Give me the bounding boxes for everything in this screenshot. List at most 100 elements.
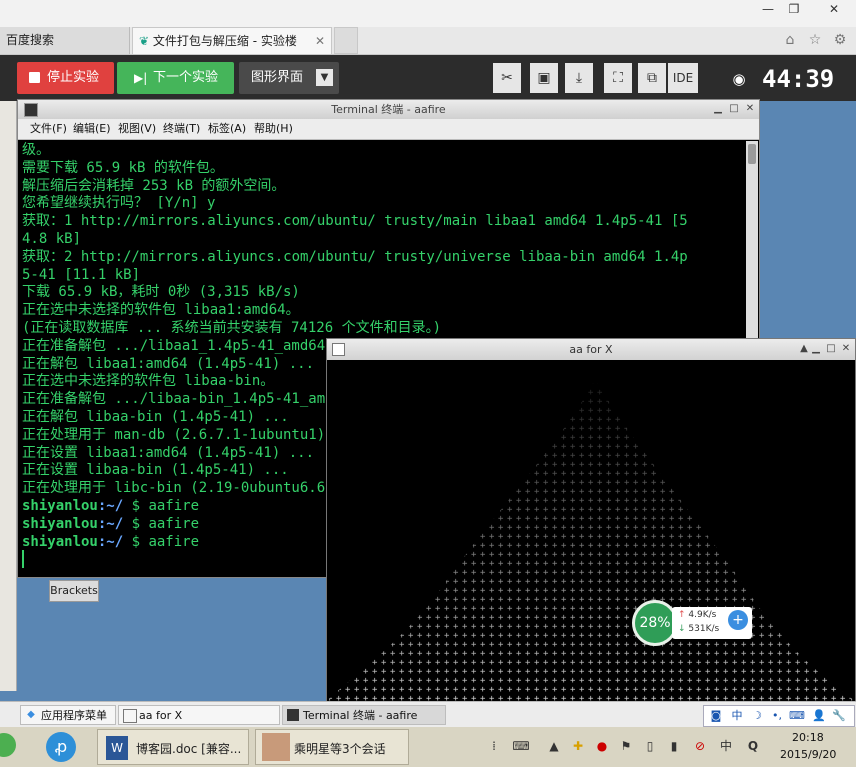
- flag-icon[interactable]: ⚑: [618, 737, 634, 755]
- scrollbar-thumb[interactable]: [748, 144, 756, 164]
- minimize-icon[interactable]: ▁: [711, 102, 725, 116]
- stop-icon: [29, 72, 40, 83]
- shiyanlou-logo-icon: ❦: [139, 34, 150, 48]
- brackets-launcher[interactable]: Brackets: [49, 580, 99, 602]
- prompt-path: :~/: [97, 515, 124, 532]
- start-orb-icon[interactable]: [0, 733, 16, 757]
- mute-icon[interactable]: ⊘: [692, 737, 708, 755]
- terminal-line: 级。: [22, 142, 50, 158]
- close-window-button[interactable]: ✕: [822, 0, 846, 18]
- signal-icon[interactable]: ▮: [666, 737, 682, 755]
- menu-view[interactable]: 视图(V): [118, 119, 156, 139]
- terminal-line: 正在解包 libaa-bin (1.4p5-41) ...: [22, 409, 289, 425]
- prompt-user: shiyanlou: [22, 533, 98, 550]
- device-icon[interactable]: ▯: [642, 737, 658, 755]
- tab-lab-active[interactable]: ❦ 文件打包与解压缩 - 实验楼 ✕: [132, 27, 332, 54]
- terminal-line: 正在设置 libaa1:amd64 (1.4p5-41) ...: [22, 444, 315, 461]
- window-icon: [332, 343, 345, 356]
- terminal-line: 解压缩后会消耗掉 253 kB 的额外空间。: [22, 177, 286, 194]
- taskbar-word-doc[interactable]: W 博客园.doc [兼容...: [97, 729, 249, 765]
- menu-tabs[interactable]: 标签(A): [208, 119, 246, 139]
- ime-mode[interactable]: 中: [728, 708, 746, 724]
- tab-baidu-search[interactable]: 百度搜索: [0, 27, 130, 54]
- user-icon[interactable]: 👤: [810, 708, 828, 724]
- terminal-line: 获取：2 http://mirrors.aliyuncs.com/ubuntu/…: [22, 248, 688, 265]
- apps-menu-button[interactable]: ◆ 应用程序菜单: [20, 705, 116, 725]
- windows-taskbar: ꝓ W 博客园.doc [兼容... 乘明星等3个会话 ⁞ ⌨ ▲ ✚ ● ⚑ …: [0, 727, 856, 767]
- task-label: Terminal 终端 - aafire: [303, 709, 418, 722]
- wrench-icon[interactable]: 🔧: [830, 708, 848, 724]
- ide-button[interactable]: IDE: [668, 63, 698, 93]
- network-speed-widget[interactable]: 28% ↑ 4.9K/s ↓ 531K/s +: [632, 600, 756, 646]
- fullscreen-icon[interactable]: ⛶: [604, 63, 632, 93]
- taskbar-qq-chat[interactable]: 乘明星等3个会话: [255, 729, 409, 765]
- terminal-line: 5-41 [11.1 kB]: [22, 266, 141, 283]
- task-label: aa for X: [139, 709, 183, 722]
- apps-menu-label: 应用程序菜单: [41, 709, 107, 722]
- chevron-up-icon[interactable]: ▲: [546, 737, 562, 755]
- moon-icon[interactable]: ☽: [748, 708, 766, 724]
- tab-close-icon[interactable]: ✕: [315, 28, 325, 55]
- lab-toolbar: 停止实验 ▶| 下一个实验 图形界面 ▼ ✂ ▣ ⤓ ⛶ ⧉ IDE ◉ 44:…: [0, 55, 856, 101]
- close-icon[interactable]: ✕: [839, 342, 853, 356]
- download-icon[interactable]: ⤓: [565, 63, 593, 93]
- upload-speed-value: 4.9K/s: [688, 610, 717, 620]
- close-icon[interactable]: ✕: [743, 102, 757, 116]
- apps-menu-icon: ◆: [27, 709, 35, 720]
- browser-top-bar: — ❐ ✕: [0, 0, 856, 27]
- new-tab-button[interactable]: [334, 27, 358, 54]
- browser-icon[interactable]: ꝓ: [46, 732, 76, 762]
- screen-icon[interactable]: ▣: [530, 63, 558, 93]
- scissors-icon[interactable]: ✂: [493, 63, 521, 93]
- popout-icon[interactable]: ⧉: [638, 63, 666, 93]
- minimize-icon[interactable]: ▁: [809, 342, 823, 356]
- terminal-line: (正在读取数据库 ... 系统当前共安装有 74126 个文件和目录。): [22, 320, 442, 336]
- minimize-button[interactable]: —: [756, 0, 780, 18]
- terminal-line: 下载 65.9 kB，耗时 0秒 (3,315 kB/s): [22, 284, 300, 301]
- punctuation-icon[interactable]: •,: [768, 708, 786, 724]
- overflow-icon[interactable]: ⁞: [486, 737, 502, 755]
- restore-button[interactable]: ❐: [782, 0, 806, 18]
- task-aa-for-x[interactable]: aa for X: [118, 705, 280, 725]
- ime-tray[interactable]: 中: [718, 737, 734, 755]
- terminal-icon: [287, 709, 299, 721]
- menu-help[interactable]: 帮助(H): [254, 119, 293, 139]
- clock-time[interactable]: 20:18: [792, 731, 824, 744]
- chevron-down-icon[interactable]: ▼: [316, 69, 333, 86]
- clock-date[interactable]: 2015/9/20: [780, 748, 836, 761]
- ime-logo-icon[interactable]: ◙: [707, 708, 725, 724]
- qq-icon[interactable]: ●: [594, 737, 610, 755]
- menu-edit[interactable]: 编辑(E): [73, 119, 111, 139]
- terminal-line: 正在选中未选择的软件包 libaa1:amd64。: [22, 302, 300, 319]
- q-tray-icon[interactable]: Q: [745, 737, 761, 755]
- terminal-titlebar[interactable]: Terminal 终端 - aafire ▁ □ ✕: [18, 100, 759, 119]
- maximize-icon[interactable]: □: [727, 102, 741, 116]
- star-icon[interactable]: ☆: [806, 31, 824, 49]
- maximize-icon[interactable]: □: [824, 342, 838, 356]
- prompt-path: :~/: [97, 533, 124, 550]
- next-lab-button[interactable]: ▶| 下一个实验: [117, 62, 234, 94]
- prompt-user: shiyanlou: [22, 498, 98, 514]
- speedup-plus-button[interactable]: +: [728, 610, 748, 630]
- home-icon[interactable]: ⌂: [781, 31, 799, 49]
- keyboard-icon[interactable]: ⌨: [788, 708, 806, 724]
- tab-label: 文件打包与解压缩 - 实验楼: [152, 34, 297, 48]
- prompt-path: :~/: [97, 498, 124, 514]
- prompt-command: $ aafire: [123, 498, 200, 514]
- task-terminal[interactable]: Terminal 终端 - aafire: [282, 705, 446, 725]
- taskbar-doc-label: 博客园.doc [兼容...: [136, 742, 242, 756]
- aa-titlebar[interactable]: aa for X ▲ ▁ □ ✕: [327, 339, 855, 360]
- aa-title: aa for X: [569, 343, 613, 356]
- plus-badge-icon[interactable]: ✚: [570, 737, 586, 755]
- next-icon: ▶|: [134, 71, 148, 85]
- ime-toolbar[interactable]: ◙ 中 ☽ •, ⌨ 👤 🔧: [703, 705, 855, 727]
- settings-icon[interactable]: ⚙: [831, 31, 849, 49]
- gui-mode-select[interactable]: 图形界面 ▼: [239, 62, 339, 94]
- up-arrow-icon: ↑: [678, 610, 686, 620]
- eye-icon[interactable]: ◉: [727, 68, 751, 90]
- menu-file[interactable]: 文件(F): [30, 119, 67, 139]
- menu-terminal[interactable]: 终端(T): [163, 119, 200, 139]
- keyboard-icon[interactable]: ⌨: [508, 737, 534, 755]
- terminal-icon: [24, 103, 38, 117]
- stop-lab-button[interactable]: 停止实验: [17, 62, 114, 94]
